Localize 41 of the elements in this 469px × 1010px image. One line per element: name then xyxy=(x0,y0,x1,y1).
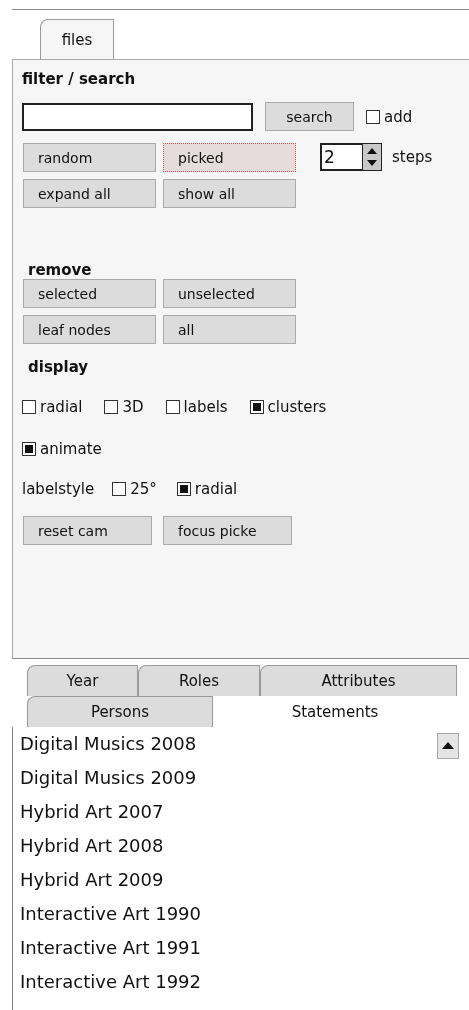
category-tab[interactable]: Roles xyxy=(138,665,260,696)
steps-label: steps xyxy=(392,148,433,166)
stepper-arrows-icon[interactable] xyxy=(362,143,382,171)
list-item[interactable]: Digital Musics 2009 xyxy=(20,761,201,795)
remove-button[interactable]: all xyxy=(163,315,296,344)
camera-button[interactable]: reset cam xyxy=(23,516,152,545)
category-tab[interactable]: Year xyxy=(27,665,138,696)
scroll-up-icon[interactable] xyxy=(437,733,459,759)
list-item[interactable]: Hybrid Art 2009 xyxy=(20,863,201,897)
option-checkbox[interactable]: labels xyxy=(165,398,228,416)
files-tab[interactable]: files xyxy=(40,19,114,59)
category-tab[interactable]: Attributes xyxy=(260,665,457,696)
search-field[interactable] xyxy=(22,102,253,131)
option-checkbox[interactable]: clusters xyxy=(249,398,327,416)
option-checkbox[interactable]: 3D xyxy=(104,398,144,416)
search-button[interactable]: search xyxy=(265,102,354,131)
option-checkbox[interactable]: radial xyxy=(22,398,83,416)
action-button[interactable]: show all xyxy=(163,179,296,208)
list-item[interactable]: Hybrid Art 2007 xyxy=(20,795,201,829)
remove-button[interactable]: selected xyxy=(23,279,156,308)
list-item[interactable]: Interactive Art 1992 xyxy=(20,965,201,999)
remove-button[interactable]: leaf nodes xyxy=(23,315,156,344)
action-button[interactable]: random xyxy=(23,143,156,172)
remove-button[interactable]: unselected xyxy=(163,279,296,308)
action-button[interactable]: expand all xyxy=(23,179,156,208)
section-heading: display xyxy=(28,358,90,376)
list-item[interactable]: Interactive Art 1990 xyxy=(20,897,201,931)
section-heading: remove xyxy=(28,261,93,279)
labelstyle-checkbox[interactable]: radial xyxy=(176,480,238,498)
camera-button[interactable]: focus picke xyxy=(163,516,292,545)
section-heading: filter / search xyxy=(22,70,137,88)
labelstyle-checkbox[interactable]: 25° xyxy=(112,480,157,498)
list-item[interactable]: Hybrid Art 2008 xyxy=(20,829,201,863)
labelstyle-label: labelstyle xyxy=(22,480,95,498)
steps-field[interactable]: 2 xyxy=(320,143,362,171)
add-checkbox[interactable]: add xyxy=(366,107,413,126)
category-tab[interactable]: Persons xyxy=(27,696,213,727)
list-item[interactable]: Interactive Art 1991 xyxy=(20,931,201,965)
action-button[interactable]: picked xyxy=(163,143,296,172)
list-item[interactable]: Digital Musics 2008 xyxy=(20,727,201,761)
option-checkbox[interactable]: animate xyxy=(22,440,102,458)
